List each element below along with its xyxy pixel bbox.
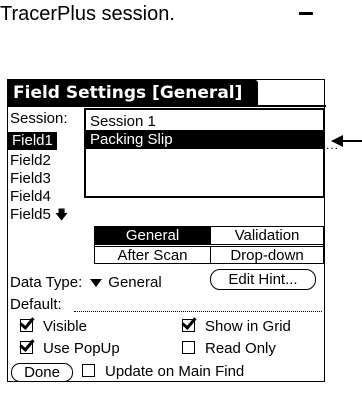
visible-checkbox[interactable]: Visible	[20, 318, 87, 336]
title-rule	[8, 105, 326, 107]
field-list-item[interactable]: Field4	[10, 188, 51, 206]
dropdown-triangle-icon[interactable]	[90, 278, 103, 287]
truncation-dots: ...	[326, 138, 340, 152]
tab-after-scan[interactable]: After Scan	[95, 246, 210, 264]
tab-general[interactable]: General	[95, 227, 210, 245]
session-option[interactable]: Session 1	[86, 112, 323, 131]
palm-screen: Field Settings [General] Session: Field1…	[7, 79, 338, 382]
read-only-checkbox[interactable]: Read Only	[182, 340, 276, 358]
session-label: Session:	[10, 110, 68, 127]
tab-validation[interactable]: Validation	[210, 227, 323, 245]
checkbox-checked-icon[interactable]	[20, 319, 33, 332]
session-option-selected[interactable]: Packing Slip	[86, 130, 323, 149]
checkbox-checked-icon[interactable]	[20, 341, 33, 354]
data-type-value[interactable]: General	[108, 274, 161, 291]
data-type-label: Data Type:	[10, 274, 83, 291]
checkbox-empty-icon[interactable]	[182, 341, 195, 354]
data-type-row: Data Type: General	[10, 274, 162, 292]
session-dropdown-list[interactable]: Session 1 Packing Slip	[84, 108, 325, 198]
settings-tabs: General Validation After Scan Drop-down	[94, 226, 324, 264]
checkbox-checked-icon[interactable]	[182, 319, 195, 332]
form-title: Field Settings [General]	[8, 80, 258, 107]
use-popup-checkbox[interactable]: Use PopUp	[20, 340, 120, 358]
field-list-item[interactable]: Field1	[8, 132, 57, 150]
default-label: Default:	[10, 296, 62, 313]
field-list-item[interactable]: Field2	[10, 152, 51, 170]
done-button[interactable]: Done	[11, 363, 73, 382]
dash-mark	[299, 12, 313, 15]
field-list-item[interactable]: Field5 🡇	[10, 206, 68, 224]
show-in-grid-checkbox[interactable]: Show in Grid	[182, 318, 291, 336]
edit-hint-button[interactable]: Edit Hint...	[210, 269, 316, 290]
scroll-down-arrow-icon[interactable]: 🡇	[55, 207, 68, 222]
tab-drop-down[interactable]: Drop-down	[210, 246, 323, 264]
caption-text: TracerPlus session.	[0, 3, 175, 25]
checkbox-empty-icon[interactable]	[82, 364, 95, 377]
default-input[interactable]	[74, 311, 322, 312]
field-list-item[interactable]: Field3	[10, 170, 51, 188]
update-main-find-checkbox[interactable]: Update on Main Find	[82, 363, 244, 381]
